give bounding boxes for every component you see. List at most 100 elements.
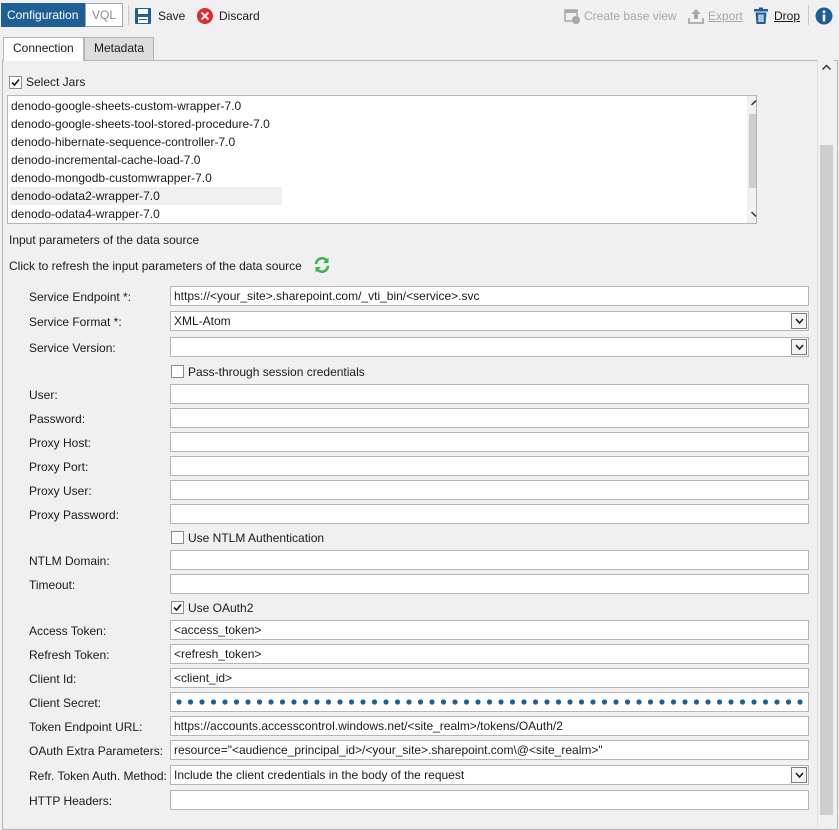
password-dot — [498, 699, 504, 705]
refr-token-auth-method-dropdown-button[interactable] — [791, 767, 807, 783]
oauth-extra-params-label: OAuth Extra Parameters: — [29, 744, 164, 758]
create-base-view-button[interactable]: Create base view — [563, 7, 681, 25]
service-version-select[interactable] — [170, 337, 809, 357]
password-dot — [279, 699, 286, 705]
jar-list[interactable]: denodo-google-sheets-custom-wrapper-7.0 … — [7, 95, 757, 224]
discard-button[interactable]: Discard — [196, 7, 266, 25]
password-dot — [521, 699, 527, 705]
password-dot — [705, 699, 711, 705]
drop-label: Drop — [774, 7, 800, 25]
password-dot — [314, 699, 320, 705]
list-item[interactable]: denodo-mongodb-customwrapper-7.0 — [10, 169, 282, 187]
password-dot — [256, 699, 263, 705]
select-jars-label: Select Jars — [26, 75, 86, 89]
client-id-input[interactable]: <client_id> — [170, 668, 809, 688]
password-dot — [199, 699, 205, 705]
password-dot — [417, 699, 424, 705]
drop-button[interactable]: Drop — [752, 7, 802, 25]
list-item[interactable]: denodo-google-sheets-tool-stored-procedu… — [10, 115, 282, 133]
password-dot — [682, 699, 688, 705]
info-button[interactable] — [815, 7, 833, 25]
password-dot — [187, 699, 194, 705]
list-item[interactable]: denodo-google-sheets-custom-wrapper-7.0 — [10, 97, 282, 115]
jar-list-scrollbar[interactable] — [747, 96, 757, 223]
service-version-dropdown-button[interactable] — [791, 339, 807, 355]
access-token-input[interactable]: <access_token> — [170, 620, 809, 640]
service-format-value: XML-Atom — [174, 314, 231, 328]
password-dot — [245, 699, 251, 705]
password-dot — [176, 699, 182, 705]
toolbar-separator — [128, 5, 129, 25]
http-headers-input[interactable] — [170, 790, 809, 810]
tab-metadata[interactable]: Metadata — [84, 37, 155, 60]
password-mask-dots — [176, 699, 803, 705]
discard-icon — [197, 8, 213, 24]
password-dot — [348, 699, 355, 705]
list-item[interactable]: denodo-hibernate-sequence-controller-7.0 — [10, 133, 282, 151]
export-label: Export — [708, 7, 743, 25]
password-dot — [590, 699, 596, 705]
pass-through-checkbox[interactable] — [171, 365, 184, 378]
ntlm-domain-input[interactable] — [170, 550, 809, 570]
password-dot — [325, 699, 332, 705]
password-dot — [440, 699, 447, 705]
export-button[interactable]: Export — [687, 7, 745, 25]
refresh-icon[interactable] — [313, 256, 331, 274]
password-dot — [210, 699, 217, 705]
vql-mode-button[interactable]: VQL — [85, 3, 123, 27]
password-dot — [601, 699, 608, 705]
panel-scrollbar[interactable] — [817, 60, 834, 828]
service-format-dropdown-button[interactable] — [791, 313, 807, 329]
drop-icon — [754, 7, 768, 24]
timeout-input[interactable] — [170, 574, 809, 594]
password-dot — [785, 699, 792, 705]
chevron-up-icon[interactable] — [821, 62, 832, 73]
save-label: Save — [158, 9, 186, 23]
password-dot — [532, 699, 539, 705]
password-dot — [406, 699, 412, 705]
tab-connection[interactable]: Connection — [3, 37, 84, 61]
export-icon — [688, 9, 704, 24]
client-secret-label: Client Secret: — [29, 696, 102, 710]
list-item[interactable]: denodo-odata4-wrapper-7.0 — [10, 205, 282, 223]
service-format-select[interactable]: XML-Atom — [170, 311, 809, 331]
panel-scroll-thumb[interactable] — [820, 145, 833, 815]
password-dot — [452, 699, 458, 705]
password-dot — [233, 699, 240, 705]
proxy-password-input[interactable] — [170, 504, 809, 524]
list-item[interactable]: denodo-incremental-cache-load-7.0 — [10, 151, 282, 169]
refresh-token-input[interactable]: <refresh_token> — [170, 644, 809, 664]
proxy-port-input[interactable] — [170, 456, 809, 476]
jar-list-scroll-thumb[interactable] — [749, 114, 756, 188]
client-secret-input[interactable] — [170, 692, 809, 712]
use-ntlm-checkbox[interactable] — [171, 531, 184, 544]
user-input[interactable] — [170, 384, 809, 404]
select-jars-checkbox[interactable] — [9, 76, 22, 89]
password-dot — [659, 699, 665, 705]
http-headers-label: HTTP Headers: — [29, 794, 113, 808]
proxy-user-input[interactable] — [170, 480, 809, 500]
password-input[interactable] — [170, 408, 809, 428]
export-label-text: Export — [708, 9, 743, 23]
oauth-extra-params-input[interactable]: resource="<audience_principal_id>/<your_… — [170, 740, 809, 760]
password-dot — [360, 699, 366, 705]
refresh-params-link[interactable]: Click to refresh the input parameters of… — [9, 259, 302, 273]
chevron-down-icon[interactable] — [750, 210, 757, 218]
configuration-mode-button[interactable]: Configuration — [1, 3, 86, 27]
token-endpoint-url-input[interactable]: https://accounts.accesscontrol.windows.n… — [170, 716, 809, 736]
proxy-host-input[interactable] — [170, 432, 809, 452]
chevron-up-icon[interactable] — [750, 99, 757, 107]
toolbar: Configuration VQL Save Discard Create ba… — [0, 0, 839, 32]
refresh-token-label: Refresh Token: — [29, 648, 110, 662]
create-base-view-label: Create base view — [584, 9, 677, 23]
user-label: User: — [29, 388, 58, 402]
save-button[interactable]: Save — [134, 7, 188, 25]
refr-token-auth-method-select[interactable]: Include the client credentials in the bo… — [170, 765, 809, 785]
password-dot — [429, 699, 435, 705]
service-format-label: Service Format *: — [29, 315, 122, 329]
list-item-selected[interactable]: denodo-odata2-wrapper-7.0 — [10, 187, 282, 205]
use-oauth2-checkbox[interactable] — [171, 601, 184, 614]
service-endpoint-input[interactable]: https://<your_site>.sharepoint.com/_vti_… — [170, 286, 809, 306]
client-id-label: Client Id: — [29, 672, 77, 686]
password-label: Password: — [29, 412, 86, 426]
